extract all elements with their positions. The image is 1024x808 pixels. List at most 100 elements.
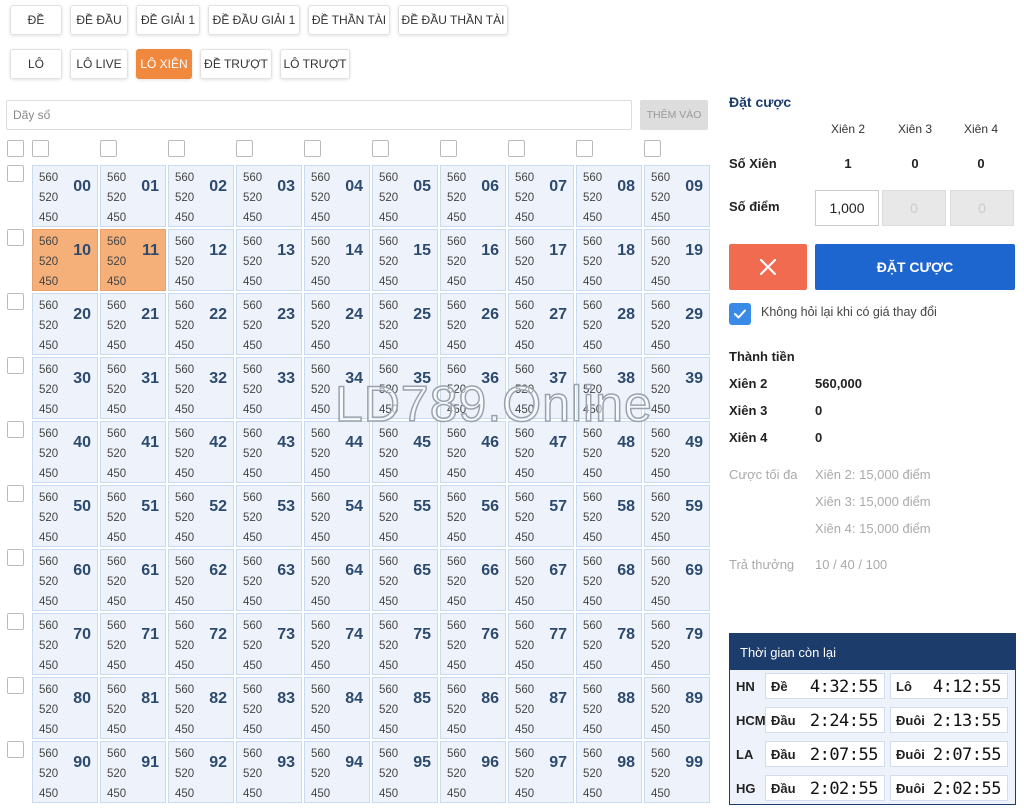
- number-cell[interactable]: 560 520 450 04: [304, 165, 370, 227]
- number-cell[interactable]: 560 520 450 05: [372, 165, 438, 227]
- number-cell[interactable]: 560 520 450 23: [236, 293, 302, 355]
- number-cell[interactable]: 560 520 450 01: [100, 165, 166, 227]
- number-cell[interactable]: 560 520 450 90: [32, 741, 98, 803]
- points-xien-3-input[interactable]: 0: [882, 190, 946, 226]
- number-cell[interactable]: 560 520 450 38: [576, 357, 642, 419]
- number-cell[interactable]: 560 520 450 11: [100, 229, 166, 291]
- row-checkbox[interactable]: [7, 485, 24, 502]
- number-cell[interactable]: 560 520 450 70: [32, 613, 98, 675]
- number-cell[interactable]: 560 520 450 06: [440, 165, 506, 227]
- number-cell[interactable]: 560 520 450 64: [304, 549, 370, 611]
- number-cell[interactable]: 560 520 450 40: [32, 421, 98, 483]
- number-cell[interactable]: 560 520 450 28: [576, 293, 642, 355]
- column-checkbox[interactable]: [236, 140, 253, 157]
- number-cell[interactable]: 560 520 450 53: [236, 485, 302, 547]
- select-all-checkbox[interactable]: [7, 140, 24, 157]
- number-cell[interactable]: 560 520 450 93: [236, 741, 302, 803]
- number-cell[interactable]: 560 520 450 37: [508, 357, 574, 419]
- number-cell[interactable]: 560 520 450 97: [508, 741, 574, 803]
- number-cell[interactable]: 560 520 450 92: [168, 741, 234, 803]
- number-cell[interactable]: 560 520 450 14: [304, 229, 370, 291]
- number-cell[interactable]: 560 520 450 16: [440, 229, 506, 291]
- number-cell[interactable]: 560 520 450 94: [304, 741, 370, 803]
- number-cell[interactable]: 560 520 450 74: [304, 613, 370, 675]
- number-cell[interactable]: 560 520 450 32: [168, 357, 234, 419]
- number-cell[interactable]: 560 520 450 59: [644, 485, 710, 547]
- number-cell[interactable]: 560 520 450 88: [576, 677, 642, 739]
- number-cell[interactable]: 560 520 450 33: [236, 357, 302, 419]
- row-checkbox[interactable]: [7, 293, 24, 310]
- number-cell[interactable]: 560 520 450 91: [100, 741, 166, 803]
- number-cell[interactable]: 560 520 450 47: [508, 421, 574, 483]
- column-checkbox[interactable]: [508, 140, 525, 157]
- number-cell[interactable]: 560 520 450 68: [576, 549, 642, 611]
- number-cell[interactable]: 560 520 450 58: [576, 485, 642, 547]
- row-checkbox[interactable]: [7, 229, 24, 246]
- number-cell[interactable]: 560 520 450 76: [440, 613, 506, 675]
- number-cell[interactable]: 560 520 450 46: [440, 421, 506, 483]
- row-checkbox[interactable]: [7, 549, 24, 566]
- number-cell[interactable]: 560 520 450 07: [508, 165, 574, 227]
- number-sequence-input[interactable]: Dãy số: [6, 100, 632, 130]
- number-cell[interactable]: 560 520 450 69: [644, 549, 710, 611]
- number-cell[interactable]: 560 520 450 80: [32, 677, 98, 739]
- number-cell[interactable]: 560 520 450 29: [644, 293, 710, 355]
- row-checkbox[interactable]: [7, 677, 24, 694]
- number-cell[interactable]: 560 520 450 35: [372, 357, 438, 419]
- number-cell[interactable]: 560 520 450 24: [304, 293, 370, 355]
- number-cell[interactable]: 560 520 450 57: [508, 485, 574, 547]
- number-cell[interactable]: 560 520 450 78: [576, 613, 642, 675]
- place-bet-button[interactable]: ĐẶT CƯỢC: [815, 244, 1015, 290]
- number-cell[interactable]: 560 520 450 19: [644, 229, 710, 291]
- number-cell[interactable]: 560 520 450 42: [168, 421, 234, 483]
- number-cell[interactable]: 560 520 450 36: [440, 357, 506, 419]
- number-cell[interactable]: 560 520 450 31: [100, 357, 166, 419]
- number-cell[interactable]: 560 520 450 89: [644, 677, 710, 739]
- number-cell[interactable]: 560 520 450 25: [372, 293, 438, 355]
- number-cell[interactable]: 560 520 450 48: [576, 421, 642, 483]
- number-cell[interactable]: 560 520 450 98: [576, 741, 642, 803]
- number-cell[interactable]: 560 520 450 12: [168, 229, 234, 291]
- column-checkbox[interactable]: [372, 140, 389, 157]
- number-cell[interactable]: 560 520 450 51: [100, 485, 166, 547]
- number-cell[interactable]: 560 520 450 60: [32, 549, 98, 611]
- row-checkbox[interactable]: [7, 421, 24, 438]
- number-cell[interactable]: 560 520 450 79: [644, 613, 710, 675]
- number-cell[interactable]: 560 520 450 02: [168, 165, 234, 227]
- number-cell[interactable]: 560 520 450 84: [304, 677, 370, 739]
- number-cell[interactable]: 560 520 450 87: [508, 677, 574, 739]
- number-cell[interactable]: 560 520 450 81: [100, 677, 166, 739]
- number-cell[interactable]: 560 520 450 73: [236, 613, 302, 675]
- number-cell[interactable]: 560 520 450 71: [100, 613, 166, 675]
- tab-de-dau-giai-1[interactable]: ĐỀ ĐẦU GIẢI 1: [208, 5, 300, 35]
- number-cell[interactable]: 560 520 450 18: [576, 229, 642, 291]
- number-cell[interactable]: 560 520 450 26: [440, 293, 506, 355]
- number-cell[interactable]: 560 520 450 10: [32, 229, 98, 291]
- number-cell[interactable]: 560 520 450 15: [372, 229, 438, 291]
- number-cell[interactable]: 560 520 450 21: [100, 293, 166, 355]
- column-checkbox[interactable]: [440, 140, 457, 157]
- number-cell[interactable]: 560 520 450 66: [440, 549, 506, 611]
- number-cell[interactable]: 560 520 450 62: [168, 549, 234, 611]
- add-button[interactable]: THÊM VÀO: [640, 100, 708, 130]
- tab-de-than-tai[interactable]: ĐỀ THẦN TÀI: [308, 5, 390, 35]
- number-cell[interactable]: 560 520 450 85: [372, 677, 438, 739]
- number-cell[interactable]: 560 520 450 96: [440, 741, 506, 803]
- number-cell[interactable]: 560 520 450 44: [304, 421, 370, 483]
- number-cell[interactable]: 560 520 450 17: [508, 229, 574, 291]
- number-cell[interactable]: 560 520 450 75: [372, 613, 438, 675]
- number-cell[interactable]: 560 520 450 55: [372, 485, 438, 547]
- column-checkbox[interactable]: [576, 140, 593, 157]
- number-cell[interactable]: 560 520 450 65: [372, 549, 438, 611]
- cancel-button[interactable]: [729, 244, 807, 290]
- column-checkbox[interactable]: [100, 140, 117, 157]
- row-checkbox[interactable]: [7, 357, 24, 374]
- number-cell[interactable]: 560 520 450 41: [100, 421, 166, 483]
- tab-lo-live[interactable]: LÔ LIVE: [70, 49, 128, 79]
- number-cell[interactable]: 560 520 450 61: [100, 549, 166, 611]
- number-cell[interactable]: 560 520 450 99: [644, 741, 710, 803]
- number-cell[interactable]: 560 520 450 00: [32, 165, 98, 227]
- tab-de-giai-1[interactable]: ĐỀ GIẢI 1: [136, 5, 200, 35]
- row-checkbox[interactable]: [7, 741, 24, 758]
- number-cell[interactable]: 560 520 450 52: [168, 485, 234, 547]
